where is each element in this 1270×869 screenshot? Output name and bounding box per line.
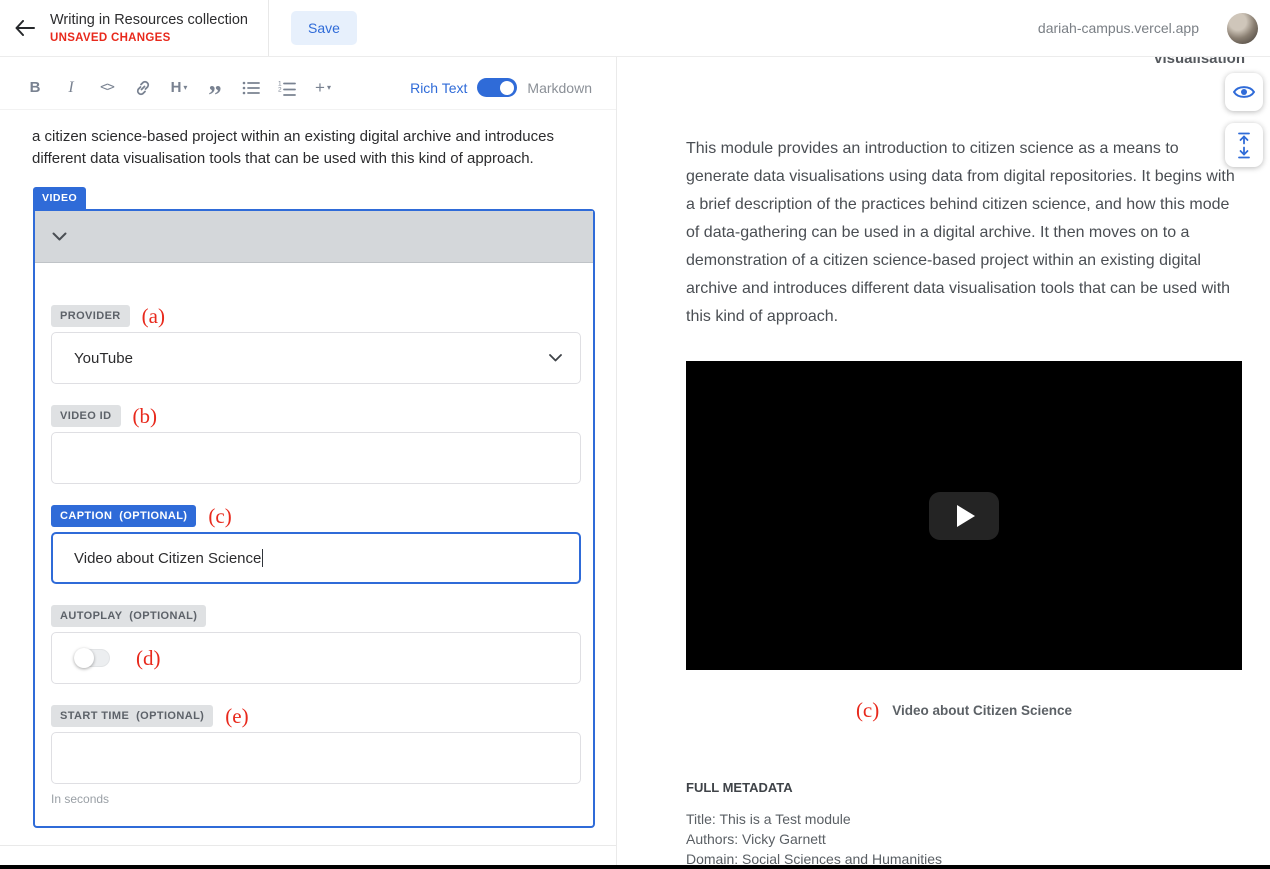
start-time-input[interactable] xyxy=(51,732,581,784)
chevron-down-icon xyxy=(52,232,67,241)
annotation-c: (c) xyxy=(208,506,231,527)
start-time-hint: In seconds xyxy=(51,792,577,806)
page-title: Writing in Resources collection xyxy=(50,12,248,28)
save-button[interactable]: Save xyxy=(291,11,357,45)
clipped-heading-text: visualisation xyxy=(1154,57,1245,67)
autoplay-control: (d) xyxy=(51,632,581,684)
preview-floating-buttons xyxy=(1225,73,1263,167)
provider-field: PROVIDER (a) YouTube xyxy=(51,305,577,384)
site-name: dariah-campus.vercel.app xyxy=(1038,20,1199,36)
preview-pane: visualisation This module provides an in… xyxy=(617,57,1270,869)
play-icon xyxy=(957,505,975,527)
provider-select[interactable]: YouTube xyxy=(51,332,581,384)
avatar[interactable] xyxy=(1227,13,1258,44)
annotation-b: (b) xyxy=(133,406,158,427)
annotation-e: (e) xyxy=(225,706,248,727)
bulleted-list-icon[interactable] xyxy=(240,76,262,100)
full-metadata-section: FULL METADATA Title: This is a Test modu… xyxy=(686,780,1242,869)
link-icon[interactable] xyxy=(132,76,154,100)
metadata-heading: FULL METADATA xyxy=(686,780,1242,795)
scroll-sync-icon xyxy=(1237,132,1251,159)
metadata-authors-line: Authors: Vicky Garnett xyxy=(686,829,1242,849)
window-bottom-edge xyxy=(0,865,1270,869)
caption-input[interactable]: Video about Citizen Science xyxy=(51,532,581,584)
select-chevron-icon xyxy=(549,354,562,362)
preview-video-player[interactable] xyxy=(686,361,1242,670)
markdown-label[interactable]: Markdown xyxy=(527,80,592,96)
editor-bottom-divider xyxy=(0,845,616,846)
rich-text-label[interactable]: Rich Text xyxy=(410,80,467,96)
autoplay-field: AUTOPLAY (OPTIONAL) (d) xyxy=(51,605,577,684)
video-id-field: VIDEO ID (b) xyxy=(51,405,577,484)
editor-toolbar: B I <> H▾ ” 1 xyxy=(0,66,616,110)
caption-label: CAPTION (OPTIONAL) xyxy=(51,505,196,527)
italic-icon[interactable]: I xyxy=(60,76,82,100)
autoplay-toggle[interactable] xyxy=(74,649,110,667)
autoplay-toggle-knob xyxy=(74,648,94,668)
editor-body-text[interactable]: a citizen science-based project within a… xyxy=(0,110,605,170)
video-widget-collapse-header[interactable] xyxy=(35,211,593,263)
preview-visibility-button[interactable] xyxy=(1225,73,1263,111)
topbar: Writing in Resources collection UNSAVED … xyxy=(0,0,1270,57)
unsaved-changes-status: UNSAVED CHANGES xyxy=(50,32,248,44)
svg-text:2: 2 xyxy=(278,86,282,93)
video-id-input[interactable] xyxy=(51,432,581,484)
editor-pane: B I <> H▾ ” 1 xyxy=(0,57,617,869)
caption-field: CAPTION (OPTIONAL) (c) Video about Citiz… xyxy=(51,505,577,584)
numbered-list-icon[interactable]: 1 2 xyxy=(276,76,298,100)
text-cursor xyxy=(262,549,263,567)
caption-input-value: Video about Citizen Science xyxy=(74,550,261,567)
start-time-label: START TIME (OPTIONAL) xyxy=(51,705,213,727)
back-button[interactable] xyxy=(0,0,50,56)
preview-caption-row: (c) Video about Citizen Science xyxy=(686,696,1242,724)
richtext-markdown-toggle[interactable] xyxy=(477,78,517,97)
add-component-icon[interactable]: +▾ xyxy=(312,76,334,100)
annotation-c-preview: (c) xyxy=(856,700,879,721)
autoplay-label: AUTOPLAY (OPTIONAL) xyxy=(51,605,206,627)
preview-video-caption: Video about Citizen Science xyxy=(892,703,1072,718)
title-block: Writing in Resources collection UNSAVED … xyxy=(50,0,269,56)
scroll-sync-button[interactable] xyxy=(1225,123,1263,167)
play-button[interactable] xyxy=(929,492,999,540)
heading-icon[interactable]: H▾ xyxy=(168,76,190,100)
annotation-a: (a) xyxy=(142,306,165,327)
video-widget: VIDEO PROVIDER (a) YouTube xyxy=(33,187,595,828)
video-widget-badge: VIDEO xyxy=(33,187,86,209)
arrow-left-icon xyxy=(15,20,35,36)
main-split: B I <> H▾ ” 1 xyxy=(0,57,1270,869)
metadata-title-line: Title: This is a Test module xyxy=(686,809,1242,829)
video-widget-box: PROVIDER (a) YouTube VIDEO ID xyxy=(33,209,595,828)
code-icon[interactable]: <> xyxy=(96,76,118,100)
video-id-label: VIDEO ID xyxy=(51,405,121,427)
video-widget-fields: PROVIDER (a) YouTube VIDEO ID xyxy=(35,263,593,826)
toggle-knob xyxy=(500,81,514,95)
provider-selected-value: YouTube xyxy=(74,350,133,367)
editor-mode-toggle-group: Rich Text Markdown xyxy=(410,78,592,97)
quote-icon[interactable]: ” xyxy=(204,76,226,100)
eye-icon xyxy=(1233,84,1255,100)
preview-paragraph: This module provides an introduction to … xyxy=(686,135,1242,331)
start-time-field: START TIME (OPTIONAL) (e) In seconds xyxy=(51,705,577,806)
annotation-d: (d) xyxy=(136,648,161,669)
provider-label: PROVIDER xyxy=(51,305,130,327)
bold-icon[interactable]: B xyxy=(24,76,46,100)
